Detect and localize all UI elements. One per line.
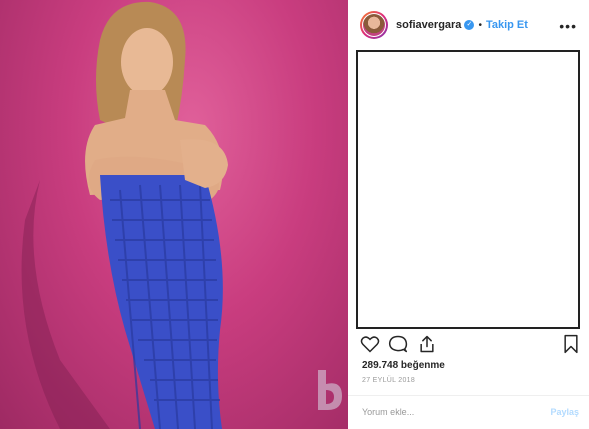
verified-badge-icon: ✓: [464, 20, 475, 30]
post-comment-button[interactable]: Paylaş: [550, 407, 579, 417]
post-photo[interactable]: [0, 0, 348, 429]
bookmark-icon[interactable]: [562, 334, 580, 354]
comment-form: Yorum ekle... Paylaş: [348, 396, 589, 429]
heart-icon[interactable]: [360, 334, 380, 354]
photo-illustration: [21, 1, 228, 429]
follow-button[interactable]: Takip Et: [486, 19, 528, 31]
post-date: 27 EYLÜL 2018: [362, 377, 416, 384]
action-bar: [348, 334, 589, 358]
comment-bubble-icon[interactable]: [388, 334, 408, 354]
avatar[interactable]: [360, 11, 388, 39]
separator-dot: •: [478, 19, 482, 31]
username-link[interactable]: sofiavergara: [396, 19, 461, 31]
more-options-icon[interactable]: •••: [559, 18, 577, 34]
watermark-logo: [318, 370, 342, 410]
share-icon[interactable]: [417, 334, 437, 354]
like-count[interactable]: 289.748 beğenme: [362, 360, 445, 371]
post-sidebar: sofiavergara ✓ • Takip Et ••• 289.748 be…: [348, 0, 589, 429]
comment-input[interactable]: Yorum ekle...: [362, 407, 414, 417]
post-header: sofiavergara ✓ • Takip Et •••: [348, 0, 589, 50]
comments-area: [356, 50, 580, 329]
